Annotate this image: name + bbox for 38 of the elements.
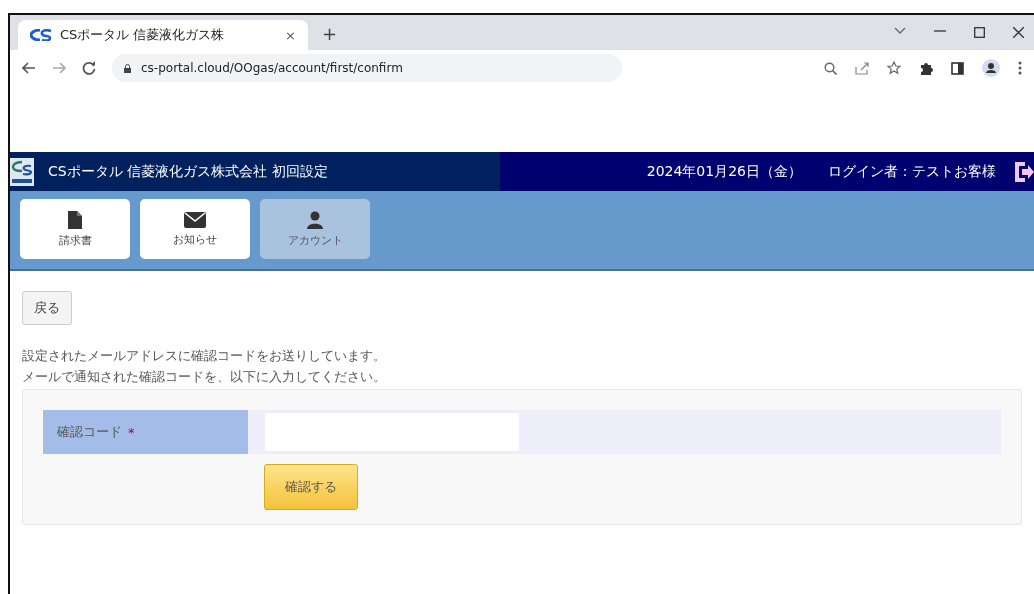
portal-logo-icon: [10, 157, 34, 186]
back-button[interactable]: 戻る: [22, 291, 72, 325]
back-arrow-icon[interactable]: [22, 62, 36, 74]
header-title: CSポータル 信菱液化ガス株式会社 初回設定: [48, 162, 328, 181]
login-user: ログイン者：テストお客様: [828, 162, 996, 181]
header-date: 2024年01月26日（金）: [646, 162, 802, 181]
address-bar[interactable]: cs-portal.cloud/OOgas/account/first/confirm: [112, 54, 622, 82]
logout-icon[interactable]: [1014, 160, 1034, 183]
new-tab-button[interactable]: +: [322, 23, 338, 44]
side-panel-icon[interactable]: [951, 61, 964, 75]
nav-tab[interactable]: 請求書: [20, 199, 130, 259]
tab-title: CSポータル 信菱液化ガス株: [60, 26, 226, 44]
instruction-text: 設定されたメールアドレスに確認コードをお送りしています。: [22, 347, 386, 365]
more-icon[interactable]: [1018, 61, 1022, 75]
required-mark: *: [128, 424, 135, 440]
tab-close-button[interactable]: ×: [285, 27, 296, 43]
zoom-icon[interactable]: [824, 61, 837, 75]
chevron-down-icon[interactable]: [894, 27, 906, 35]
share-icon[interactable]: [855, 61, 869, 75]
url-text: cs-portal.cloud/OOgas/account/first/confirm: [141, 61, 403, 75]
puzzle-icon[interactable]: [919, 61, 933, 75]
nav-tab[interactable]: アカウント: [260, 199, 370, 259]
profile-icon[interactable]: [982, 59, 1000, 77]
star-icon[interactable]: [887, 61, 901, 75]
minimize-icon[interactable]: [934, 27, 946, 35]
label-text: 確認コード: [57, 423, 122, 441]
maximize-icon[interactable]: [974, 27, 985, 38]
document-icon: [68, 210, 82, 229]
instruction-text: メールで通知された確認コードを、以下に入力してください。: [22, 368, 386, 386]
browser-tab[interactable]: CSポータル 信菱液化ガス株 ×: [18, 20, 308, 50]
person-icon: [307, 210, 323, 229]
confirm-button[interactable]: 確認する: [264, 464, 358, 510]
lock-icon: [124, 63, 131, 73]
envelope-icon: [184, 211, 206, 228]
logo-icon: [30, 29, 52, 41]
close-icon[interactable]: [1013, 27, 1024, 38]
reload-icon[interactable]: [82, 61, 96, 75]
nav-tab[interactable]: お知らせ: [140, 199, 250, 259]
